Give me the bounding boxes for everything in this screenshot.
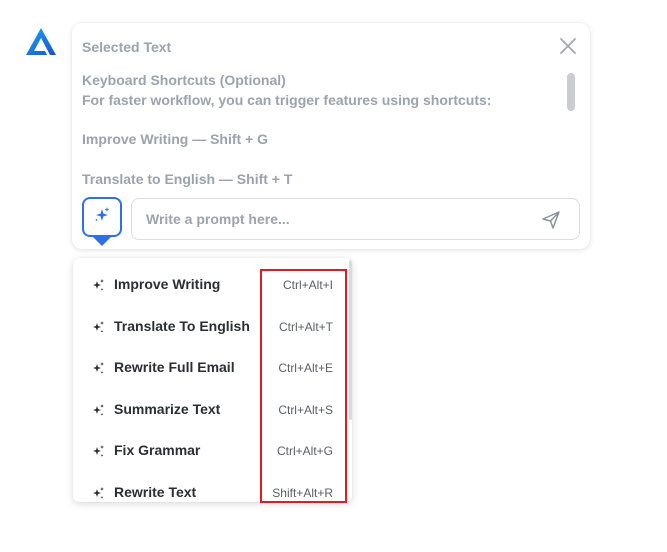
sparkle-icon	[91, 361, 105, 375]
menu-item-rewrite-text[interactable]: Rewrite Text Shift+Alt+R	[73, 475, 349, 502]
content-line: Keyboard Shortcuts (Optional)	[82, 72, 286, 88]
sparkle-icon	[91, 486, 105, 500]
ai-actions-dropdown: Improve Writing Ctrl+Alt+I Translate To …	[73, 258, 352, 502]
selected-text-content: Keyboard Shortcuts (Optional) For faster…	[82, 71, 552, 191]
menu-item-improve-writing[interactable]: Improve Writing Ctrl+Alt+I	[73, 267, 349, 303]
content-line: For faster workflow, you can trigger fea…	[82, 91, 492, 108]
sparkle-icon	[91, 278, 105, 292]
content-line: Improve Writing — Shift + G	[82, 131, 269, 147]
menu-item-rewrite-full-email[interactable]: Rewrite Full Email Ctrl+Alt+E	[73, 350, 349, 386]
menu-item-shortcut: Ctrl+Alt+E	[278, 361, 333, 375]
menu-item-shortcut: Ctrl+Alt+G	[276, 444, 333, 458]
menu-item-shortcut: Ctrl+Alt+I	[282, 278, 333, 292]
page: Selected Text Keyboard Shortcuts (Option…	[0, 0, 667, 552]
content-scrollbar[interactable]	[567, 73, 575, 111]
dropdown-scrollbar[interactable]	[349, 260, 352, 420]
send-icon[interactable]	[540, 209, 562, 231]
menu-item-label: Fix Grammar	[114, 442, 201, 458]
dropdown-pointer	[93, 237, 111, 246]
menu-item-shortcut: Shift+Alt+R	[272, 486, 333, 500]
menu-item-shortcut: Ctrl+Alt+S	[278, 403, 333, 417]
menu-item-label: Rewrite Full Email	[114, 359, 235, 375]
sparkle-icon	[91, 403, 105, 417]
prompt-box	[131, 198, 580, 240]
close-icon[interactable]	[558, 36, 578, 56]
selected-text-panel: Selected Text Keyboard Shortcuts (Option…	[72, 23, 590, 249]
sparkle-icon	[91, 320, 105, 334]
menu-item-label: Summarize Text	[114, 401, 221, 417]
prompt-input[interactable]	[146, 208, 516, 230]
menu-item-shortcut: Ctrl+Alt+T	[278, 320, 333, 334]
menu-item-label: Rewrite Text	[114, 484, 197, 500]
ai-actions-button[interactable]	[82, 197, 122, 237]
sparkle-icon	[93, 206, 111, 229]
menu-item-summarize-text[interactable]: Summarize Text Ctrl+Alt+S	[73, 392, 349, 428]
sparkle-icon	[91, 444, 105, 458]
menu-item-translate-to-english[interactable]: Translate To English Ctrl+Alt+T	[73, 309, 349, 345]
app-logo-icon	[25, 27, 57, 57]
menu-item-fix-grammar[interactable]: Fix Grammar Ctrl+Alt+G	[73, 433, 349, 469]
menu-item-label: Translate To English	[114, 318, 250, 334]
menu-item-label: Improve Writing	[114, 276, 221, 292]
panel-title: Selected Text	[82, 39, 172, 55]
content-line: Translate to English — Shift + T	[82, 170, 293, 187]
